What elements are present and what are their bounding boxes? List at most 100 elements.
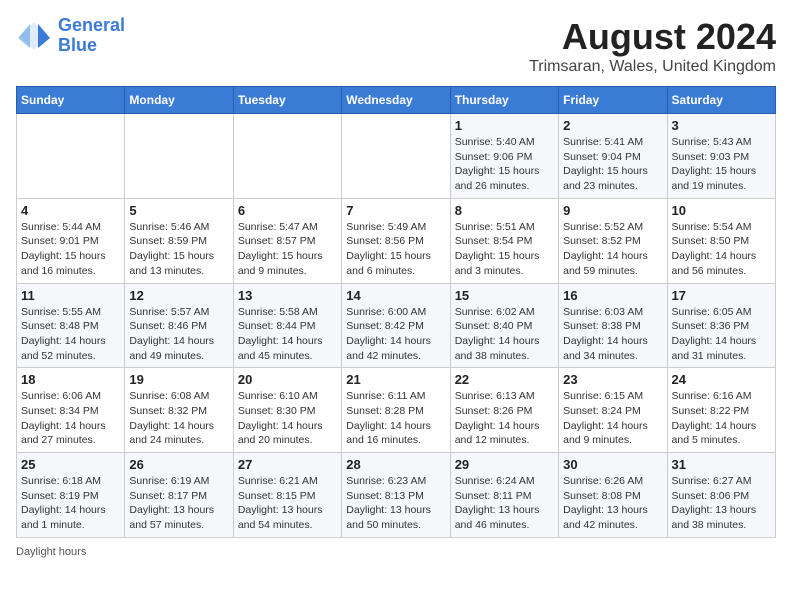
calendar-header-row: SundayMondayTuesdayWednesdayThursdayFrid… bbox=[17, 87, 776, 114]
day-info: Sunrise: 6:26 AM Sunset: 8:08 PM Dayligh… bbox=[563, 474, 662, 533]
calendar-cell: 10 Sunrise: 5:54 AM Sunset: 8:50 PM Dayli… bbox=[667, 198, 775, 283]
col-header-friday: Friday bbox=[559, 87, 667, 114]
calendar-cell: 27 Sunrise: 6:21 AM Sunset: 8:15 PM Dayli… bbox=[233, 453, 341, 538]
calendar-week-row: 4 Sunrise: 5:44 AM Sunset: 9:01 PM Daylig… bbox=[17, 198, 776, 283]
day-number: 31 bbox=[672, 457, 771, 472]
day-info: Sunrise: 6:05 AM Sunset: 8:36 PM Dayligh… bbox=[672, 305, 771, 364]
day-number: 17 bbox=[672, 288, 771, 303]
calendar-cell bbox=[233, 114, 341, 199]
col-header-tuesday: Tuesday bbox=[233, 87, 341, 114]
day-number: 20 bbox=[238, 372, 337, 387]
day-number: 3 bbox=[672, 118, 771, 133]
calendar-cell: 20 Sunrise: 6:10 AM Sunset: 8:30 PM Dayli… bbox=[233, 368, 341, 453]
day-number: 24 bbox=[672, 372, 771, 387]
calendar-cell: 6 Sunrise: 5:47 AM Sunset: 8:57 PM Daylig… bbox=[233, 198, 341, 283]
col-header-wednesday: Wednesday bbox=[342, 87, 450, 114]
day-number: 26 bbox=[129, 457, 228, 472]
day-info: Sunrise: 5:44 AM Sunset: 9:01 PM Dayligh… bbox=[21, 220, 120, 279]
day-info: Sunrise: 5:55 AM Sunset: 8:48 PM Dayligh… bbox=[21, 305, 120, 364]
day-info: Sunrise: 6:06 AM Sunset: 8:34 PM Dayligh… bbox=[21, 389, 120, 448]
day-number: 9 bbox=[563, 203, 662, 218]
calendar-cell: 5Sunrise: 5:46 AM Sunset: 8:59 PM Daylig… bbox=[125, 198, 233, 283]
day-number: 10 bbox=[672, 203, 771, 218]
col-header-monday: Monday bbox=[125, 87, 233, 114]
logo: General Blue bbox=[16, 16, 125, 56]
day-number: 22 bbox=[455, 372, 554, 387]
day-number: 21 bbox=[346, 372, 445, 387]
day-number: 18 bbox=[21, 372, 120, 387]
day-info: Sunrise: 6:15 AM Sunset: 8:24 PM Dayligh… bbox=[563, 389, 662, 448]
day-number: 5 bbox=[129, 203, 228, 218]
day-number: 2 bbox=[563, 118, 662, 133]
day-info: Sunrise: 6:02 AM Sunset: 8:40 PM Dayligh… bbox=[455, 305, 554, 364]
day-info: Sunrise: 6:21 AM Sunset: 8:15 PM Dayligh… bbox=[238, 474, 337, 533]
calendar-week-row: 1Sunrise: 5:40 AM Sunset: 9:06 PM Daylig… bbox=[17, 114, 776, 199]
day-number: 19 bbox=[129, 372, 228, 387]
day-info: Sunrise: 5:47 AM Sunset: 8:57 PM Dayligh… bbox=[238, 220, 337, 279]
col-header-sunday: Sunday bbox=[17, 87, 125, 114]
day-info: Sunrise: 5:41 AM Sunset: 9:04 PM Dayligh… bbox=[563, 135, 662, 194]
day-info: Sunrise: 6:23 AM Sunset: 8:13 PM Dayligh… bbox=[346, 474, 445, 533]
page-header: General Blue August 2024 Trimsaran, Wale… bbox=[16, 16, 776, 76]
calendar-cell bbox=[17, 114, 125, 199]
day-info: Sunrise: 6:00 AM Sunset: 8:42 PM Dayligh… bbox=[346, 305, 445, 364]
calendar-cell: 18 Sunrise: 6:06 AM Sunset: 8:34 PM Dayli… bbox=[17, 368, 125, 453]
calendar-cell: 21Sunrise: 6:11 AM Sunset: 8:28 PM Dayli… bbox=[342, 368, 450, 453]
day-number: 12 bbox=[129, 288, 228, 303]
calendar-cell: 26 Sunrise: 6:19 AM Sunset: 8:17 PM Dayli… bbox=[125, 453, 233, 538]
day-info: Sunrise: 5:57 AM Sunset: 8:46 PM Dayligh… bbox=[129, 305, 228, 364]
calendar-cell: 2 Sunrise: 5:41 AM Sunset: 9:04 PM Daylig… bbox=[559, 114, 667, 199]
day-number: 7 bbox=[346, 203, 445, 218]
day-info: Sunrise: 6:10 AM Sunset: 8:30 PM Dayligh… bbox=[238, 389, 337, 448]
calendar-cell: 22 Sunrise: 6:13 AM Sunset: 8:26 PM Dayli… bbox=[450, 368, 558, 453]
day-info: Sunrise: 5:52 AM Sunset: 8:52 PM Dayligh… bbox=[563, 220, 662, 279]
calendar-cell: 11Sunrise: 5:55 AM Sunset: 8:48 PM Dayli… bbox=[17, 283, 125, 368]
calendar-cell: 17 Sunrise: 6:05 AM Sunset: 8:36 PM Dayli… bbox=[667, 283, 775, 368]
col-header-thursday: Thursday bbox=[450, 87, 558, 114]
calendar-cell bbox=[125, 114, 233, 199]
calendar-cell: 24 Sunrise: 6:16 AM Sunset: 8:22 PM Dayli… bbox=[667, 368, 775, 453]
calendar-cell: 29 Sunrise: 6:24 AM Sunset: 8:11 PM Dayli… bbox=[450, 453, 558, 538]
day-info: Sunrise: 6:13 AM Sunset: 8:26 PM Dayligh… bbox=[455, 389, 554, 448]
calendar-week-row: 18 Sunrise: 6:06 AM Sunset: 8:34 PM Dayli… bbox=[17, 368, 776, 453]
day-number: 4 bbox=[21, 203, 120, 218]
calendar-cell: 3 Sunrise: 5:43 AM Sunset: 9:03 PM Daylig… bbox=[667, 114, 775, 199]
day-number: 27 bbox=[238, 457, 337, 472]
logo-icon bbox=[16, 18, 52, 54]
calendar-table: SundayMondayTuesdayWednesdayThursdayFrid… bbox=[16, 86, 776, 538]
day-info: Sunrise: 6:03 AM Sunset: 8:38 PM Dayligh… bbox=[563, 305, 662, 364]
calendar-cell: 13 Sunrise: 5:58 AM Sunset: 8:44 PM Dayli… bbox=[233, 283, 341, 368]
day-info: Sunrise: 5:43 AM Sunset: 9:03 PM Dayligh… bbox=[672, 135, 771, 194]
col-header-saturday: Saturday bbox=[667, 87, 775, 114]
logo-text: General Blue bbox=[58, 16, 125, 56]
day-number: 28 bbox=[346, 457, 445, 472]
day-number: 13 bbox=[238, 288, 337, 303]
day-info: Sunrise: 5:51 AM Sunset: 8:54 PM Dayligh… bbox=[455, 220, 554, 279]
calendar-cell: 9 Sunrise: 5:52 AM Sunset: 8:52 PM Daylig… bbox=[559, 198, 667, 283]
calendar-cell: 15Sunrise: 6:02 AM Sunset: 8:40 PM Dayli… bbox=[450, 283, 558, 368]
calendar-cell: 16Sunrise: 6:03 AM Sunset: 8:38 PM Dayli… bbox=[559, 283, 667, 368]
calendar-cell: 25 Sunrise: 6:18 AM Sunset: 8:19 PM Dayli… bbox=[17, 453, 125, 538]
day-info: Sunrise: 6:24 AM Sunset: 8:11 PM Dayligh… bbox=[455, 474, 554, 533]
day-number: 29 bbox=[455, 457, 554, 472]
day-info: Sunrise: 6:16 AM Sunset: 8:22 PM Dayligh… bbox=[672, 389, 771, 448]
day-number: 25 bbox=[21, 457, 120, 472]
day-info: Sunrise: 5:49 AM Sunset: 8:56 PM Dayligh… bbox=[346, 220, 445, 279]
day-info: Sunrise: 6:18 AM Sunset: 8:19 PM Dayligh… bbox=[21, 474, 120, 533]
calendar-cell: 28 Sunrise: 6:23 AM Sunset: 8:13 PM Dayli… bbox=[342, 453, 450, 538]
day-number: 1 bbox=[455, 118, 554, 133]
calendar-cell: 12 Sunrise: 5:57 AM Sunset: 8:46 PM Dayli… bbox=[125, 283, 233, 368]
day-info: Sunrise: 5:54 AM Sunset: 8:50 PM Dayligh… bbox=[672, 220, 771, 279]
calendar-cell: 8Sunrise: 5:51 AM Sunset: 8:54 PM Daylig… bbox=[450, 198, 558, 283]
day-number: 14 bbox=[346, 288, 445, 303]
month-title: August 2024 bbox=[529, 16, 776, 58]
title-block: August 2024 Trimsaran, Wales, United Kin… bbox=[529, 16, 776, 76]
day-number: 6 bbox=[238, 203, 337, 218]
day-info: Sunrise: 5:58 AM Sunset: 8:44 PM Dayligh… bbox=[238, 305, 337, 364]
footer: Daylight hours bbox=[16, 546, 776, 558]
day-number: 23 bbox=[563, 372, 662, 387]
day-info: Sunrise: 6:19 AM Sunset: 8:17 PM Dayligh… bbox=[129, 474, 228, 533]
calendar-cell: 4 Sunrise: 5:44 AM Sunset: 9:01 PM Daylig… bbox=[17, 198, 125, 283]
calendar-cell: 23 Sunrise: 6:15 AM Sunset: 8:24 PM Dayli… bbox=[559, 368, 667, 453]
calendar-cell: 7 Sunrise: 5:49 AM Sunset: 8:56 PM Daylig… bbox=[342, 198, 450, 283]
